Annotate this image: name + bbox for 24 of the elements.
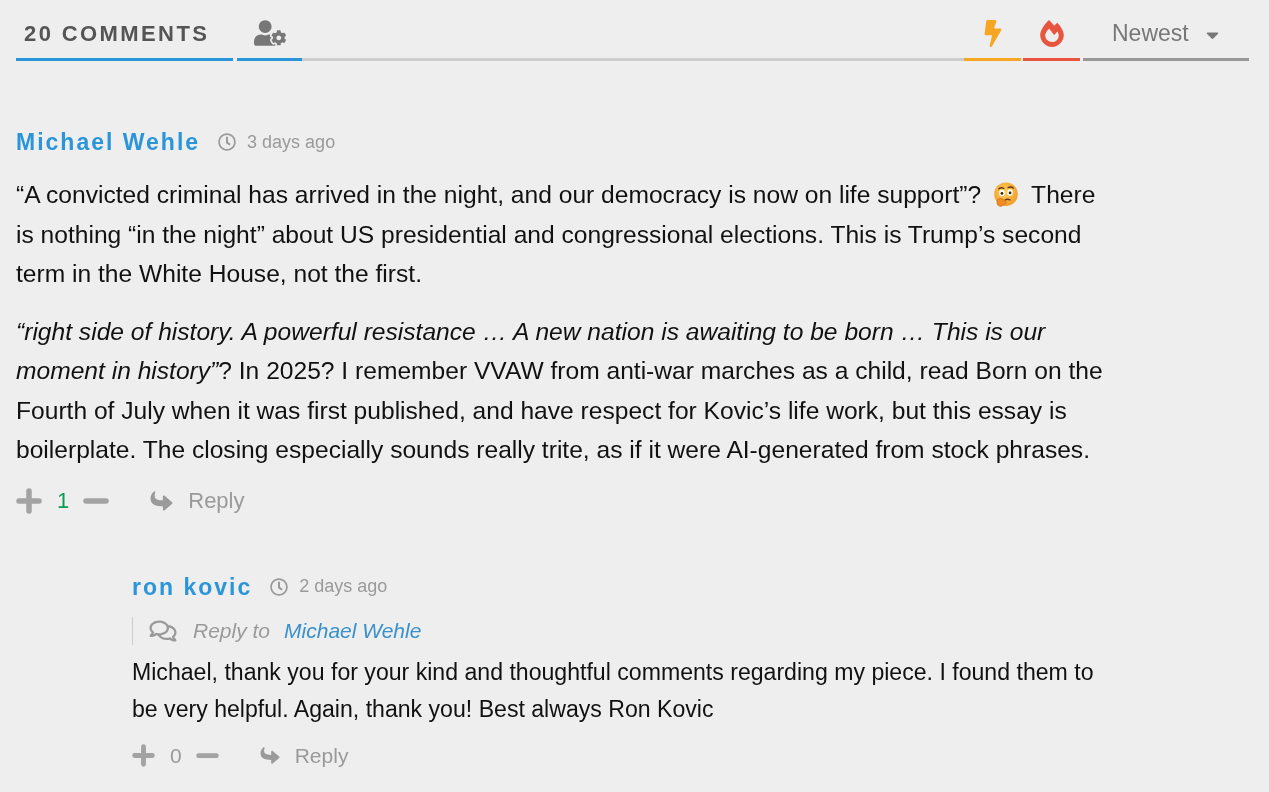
- plus-icon[interactable]: [16, 487, 42, 514]
- clock-icon: [218, 133, 237, 151]
- speech-bubbles-icon: [149, 618, 177, 643]
- comment-text: “right side of history. A powerful resistance … A new nation is awaiting to be born … This is our moment in history”? In 2025? I remember VVAW from anti-war marches as a child, read Born on the Fourth of July when it was first published, and have respect for Kovic’s life work, but this essay is boilerplate. The closing especially sounds really trite, as if it were AI-generated from stock phrases.: [16, 316, 1104, 465]
- user-settings-icon: [253, 20, 286, 46]
- thinking-face-icon: [993, 182, 1020, 208]
- comment-time: 2 days ago: [299, 575, 388, 598]
- minus-icon[interactable]: [83, 497, 110, 504]
- comment-time: 3 days ago: [247, 130, 336, 154]
- vote-count: 1: [57, 487, 70, 515]
- vote-count: 0: [170, 742, 182, 769]
- reply-to-label: Reply to: [193, 617, 271, 644]
- plus-icon[interactable]: [132, 744, 155, 767]
- comment-author: ron kovic: [132, 572, 253, 602]
- minus-icon[interactable]: [195, 752, 219, 759]
- reply-button[interactable]: Reply: [148, 484, 245, 517]
- reply-to-author-link[interactable]: Michael Wehle: [284, 614, 422, 647]
- comment-text: Michael, thank you for your kind and thoughtful comments regarding my piece. I found them to be very helpful. Again, thank you! Best always Ron Kovic: [132, 657, 1095, 724]
- comment-author: Michael Wehle: [16, 128, 201, 157]
- comments-count-tab[interactable]: 20 COMMENTS: [16, 0, 233, 61]
- comment-text: “A convicted criminal has arrived in the night, and our democracy is now on life support”? There is nothing “in the night” about US presidential and congressional elections. This is Trump’s second term in the White House, not the first.: [16, 180, 1097, 289]
- clock-icon: [270, 577, 289, 596]
- reply-button[interactable]: Reply: [257, 739, 349, 772]
- sort-dropdown[interactable]: Newest: [1083, 0, 1249, 61]
